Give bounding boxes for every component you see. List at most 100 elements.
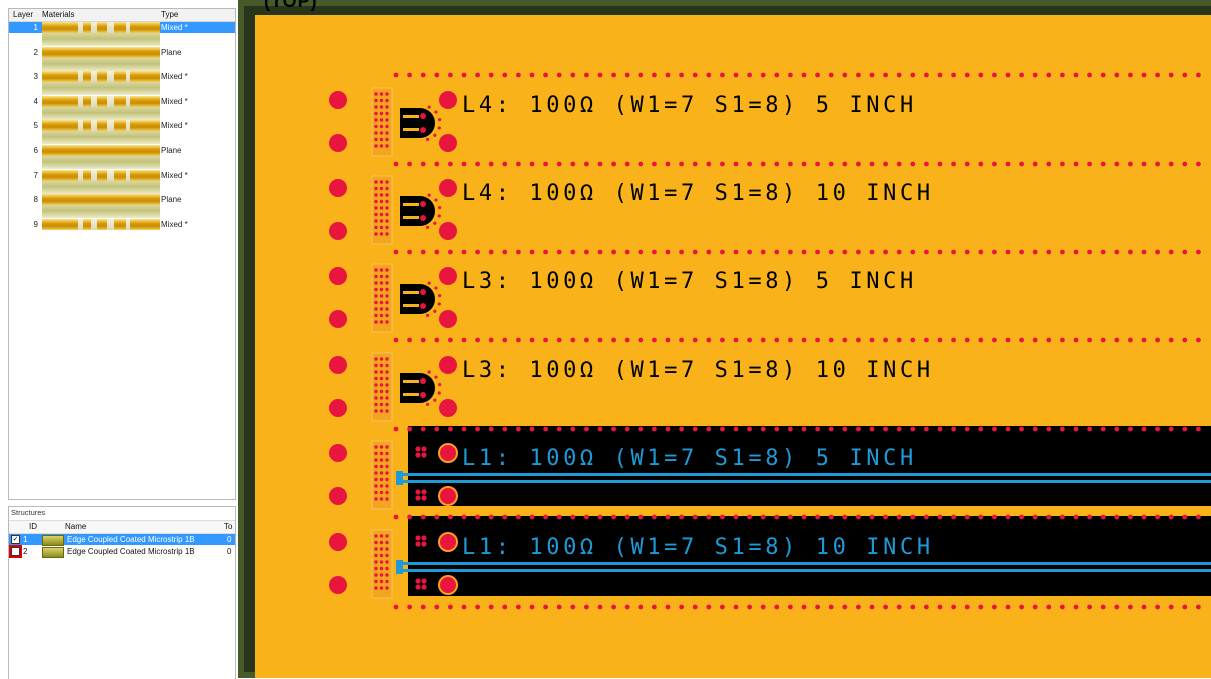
stitching-via [393, 249, 399, 255]
layer-row[interactable]: 4 Mixed * [9, 95, 235, 121]
dielectric-bar [42, 57, 160, 71]
stitching-via [502, 426, 508, 432]
trace-label: L3: 100Ω (W1=7 S1=8) 10 INCH [462, 358, 934, 383]
stitching-via [1182, 161, 1188, 167]
stitching-via [828, 161, 834, 167]
signal-via [439, 310, 457, 328]
trace-negative [396, 480, 1211, 483]
structure-row[interactable]: 2 Edge Coupled Coated Microstrip 1B 0 [9, 546, 235, 558]
id-column-header[interactable]: ID [29, 522, 37, 531]
name-column-header[interactable]: Name [65, 522, 86, 531]
stitching-via [760, 72, 766, 78]
stitching-via [978, 604, 984, 610]
stitching-via [502, 249, 508, 255]
stitching-via [883, 72, 888, 78]
structure-row[interactable]: ✓ 1 Edge Coupled Coated Microstrip 1B 0 [9, 534, 235, 546]
type-column-header[interactable]: Type [161, 10, 178, 19]
stitching-via [448, 337, 453, 343]
connector-pin [385, 111, 389, 116]
stitching-via [461, 514, 467, 520]
connector-pin [385, 445, 389, 449]
stitching-via [774, 514, 780, 520]
stitching-via [692, 161, 698, 167]
connector-pin [385, 92, 389, 96]
layer-row[interactable]: 7 Mixed * [9, 169, 235, 195]
trace-label: L4: 100Ω (W1=7 S1=8) 10 INCH [462, 181, 934, 206]
signal-via [438, 486, 458, 506]
stitching-via [815, 514, 820, 520]
stitching-via [992, 72, 997, 78]
stitching-via [420, 249, 426, 255]
connector-pin [379, 586, 384, 590]
structure-checkbox[interactable] [11, 547, 20, 556]
pcb-canvas[interactable]: L4: 100Ω (W1=7 S1=8) 5 INCH L4: 100Ω (W1=… [255, 15, 1211, 678]
connector-pin [385, 274, 389, 279]
stitching-via [624, 249, 630, 255]
layer-row[interactable]: 1 Mixed * [9, 22, 235, 47]
connector-pin [385, 225, 389, 230]
connector-pin [385, 477, 389, 482]
layer-row[interactable]: 3 Mixed * [9, 71, 235, 96]
stitching-via [937, 604, 943, 610]
stitching-via [788, 161, 793, 167]
structure-checkbox[interactable]: ✓ [11, 535, 20, 544]
pad-cluster-via [421, 446, 427, 452]
stitching-via [584, 249, 589, 255]
stitching-via [570, 72, 576, 78]
to-column-header[interactable]: To [224, 522, 232, 531]
stitching-via [883, 161, 888, 167]
connector-pin [385, 560, 389, 564]
large-via [329, 356, 347, 374]
signal-via [439, 222, 457, 240]
layer-column-header[interactable]: Layer [13, 10, 33, 19]
stitching-via [1182, 426, 1188, 432]
stitching-via [1060, 249, 1065, 255]
stitching-via [407, 161, 412, 167]
layer-row[interactable]: 8 Plane [9, 194, 235, 219]
connector-slot [403, 304, 419, 307]
stitching-via [1073, 604, 1079, 610]
stitching-via [1182, 604, 1188, 610]
stitching-via [937, 161, 943, 167]
stitching-via [951, 249, 956, 255]
copper-layer-bar [42, 194, 160, 206]
stitching-via [597, 604, 603, 610]
copper-layer-bar [42, 120, 160, 132]
stitching-via [1114, 72, 1120, 78]
connector-pin [420, 201, 426, 207]
connector-pin [379, 566, 384, 571]
stitching-via [788, 604, 793, 610]
stitching-via [815, 72, 820, 78]
layer-row[interactable]: 2 Plane [9, 46, 235, 72]
connector-pin [379, 186, 384, 191]
connector-pin [374, 313, 378, 318]
stitching-via [434, 72, 440, 78]
stitching-via [924, 161, 929, 167]
connector-pin [379, 281, 384, 285]
connector-pin [374, 566, 378, 571]
stitching-via [706, 72, 712, 78]
stitching-via [720, 514, 725, 520]
connector-pin [374, 389, 378, 394]
layer-row[interactable]: 5 Mixed * [9, 120, 235, 145]
stitching-via [924, 426, 929, 432]
stitching-via [951, 604, 956, 610]
stitching-via [733, 604, 739, 610]
layer-row[interactable]: 6 Plane [9, 145, 235, 170]
connector-pin [374, 294, 378, 298]
connector-pin [379, 540, 384, 545]
ring-via [434, 286, 438, 290]
connector-pin [374, 402, 378, 407]
layer-row[interactable]: 9 Mixed * [9, 218, 235, 244]
connector-pin [379, 445, 384, 449]
stitching-via [978, 72, 984, 78]
copper-segment [130, 169, 160, 181]
dielectric-bar [42, 180, 160, 194]
stitching-via [529, 161, 535, 167]
stitching-via [652, 249, 657, 255]
materials-column-header[interactable]: Materials [42, 10, 74, 19]
stitching-via [760, 426, 766, 432]
window-title-fragment: (TOP) [264, 0, 318, 11]
stitching-via [475, 249, 480, 255]
stitching-via [883, 514, 888, 520]
